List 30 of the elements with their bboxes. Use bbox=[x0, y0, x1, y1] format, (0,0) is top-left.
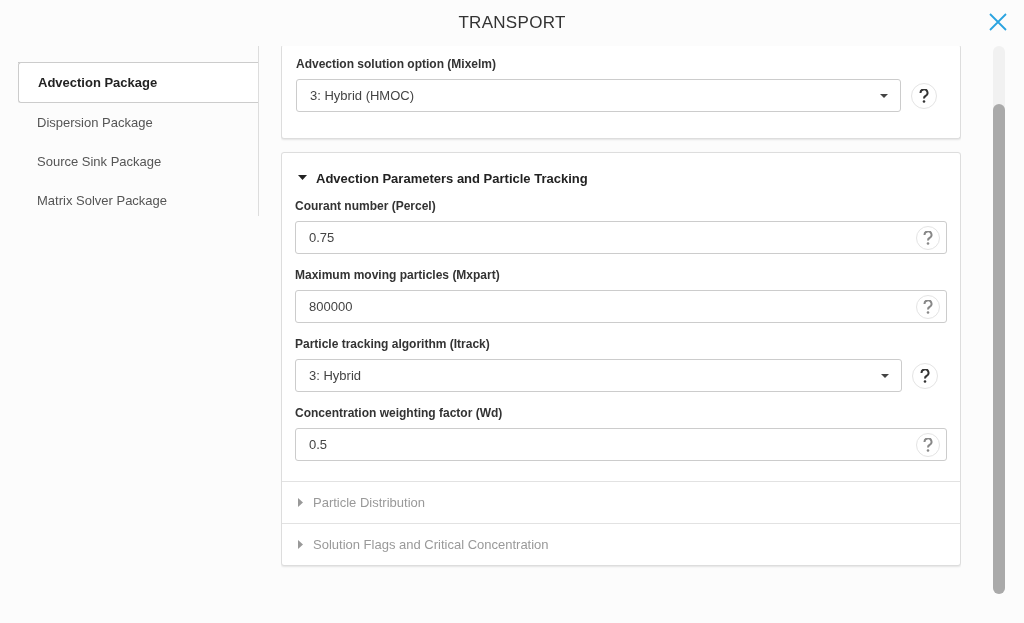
scrollbar-thumb[interactable] bbox=[993, 104, 1005, 594]
caret-icon bbox=[298, 540, 304, 549]
field-label: Courant number (Percel) bbox=[295, 199, 437, 213]
close-icon[interactable] bbox=[988, 12, 1008, 32]
window-title: TRANSPORT bbox=[458, 13, 566, 33]
question-icon bbox=[923, 299, 933, 314]
caret-icon bbox=[298, 175, 307, 181]
sidebar-item[interactable]: Matrix Solver Package bbox=[18, 181, 258, 220]
select-field[interactable]: 3: Hybrid bbox=[295, 359, 902, 392]
input-field[interactable]: 0.5 bbox=[295, 428, 947, 461]
help-button[interactable] bbox=[911, 82, 937, 109]
sidebar-item[interactable]: Source Sink Package bbox=[18, 142, 258, 181]
field-label: Maximum moving particles (Mxpart) bbox=[295, 268, 501, 282]
question-icon bbox=[920, 368, 930, 383]
field-label: Advection solution option (Mixelm) bbox=[296, 57, 497, 71]
help-button[interactable] bbox=[912, 362, 938, 389]
select-field[interactable]: 3: Hybrid (HMOC) bbox=[296, 79, 901, 112]
caret-icon bbox=[298, 498, 304, 507]
caret-icon bbox=[881, 373, 889, 378]
field-label: Concentration weighting factor (Wd) bbox=[295, 406, 504, 420]
sidebar-item[interactable]: Advection Package bbox=[18, 62, 258, 103]
input-field[interactable]: 800000 bbox=[295, 290, 947, 323]
question-icon bbox=[923, 437, 933, 452]
question-icon bbox=[923, 230, 933, 245]
field-label: Particle tracking algorithm (Itrack) bbox=[295, 337, 491, 351]
input-field[interactable]: 0.75 bbox=[295, 221, 947, 254]
question-icon bbox=[919, 88, 929, 103]
sidebar-item[interactable]: Dispersion Package bbox=[18, 103, 258, 142]
caret-icon bbox=[880, 93, 888, 98]
section-header[interactable]: Advection Parameters and Particle Tracking bbox=[282, 157, 960, 199]
